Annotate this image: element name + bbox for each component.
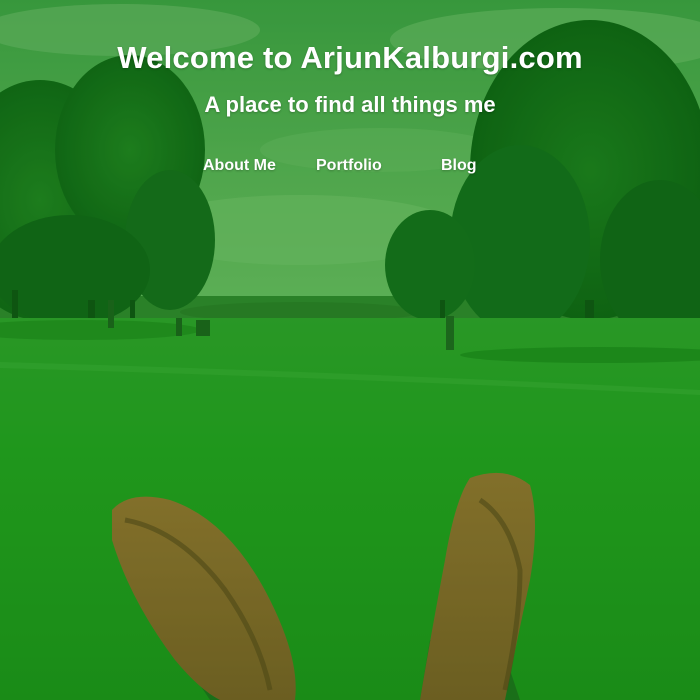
nav-link-blog[interactable]: Blog	[441, 154, 477, 178]
nav-link-portfolio[interactable]: Portfolio	[316, 154, 382, 178]
site-title: Welcome to ArjunKalburgi.com	[117, 40, 583, 75]
main-nav: About Me Portfolio Blog	[0, 154, 700, 180]
site-subtitle: A place to find all things me	[204, 92, 496, 117]
nav-link-about-me[interactable]: About Me	[203, 154, 276, 178]
page: Welcome to ArjunKalburgi.com A place to …	[0, 0, 700, 700]
